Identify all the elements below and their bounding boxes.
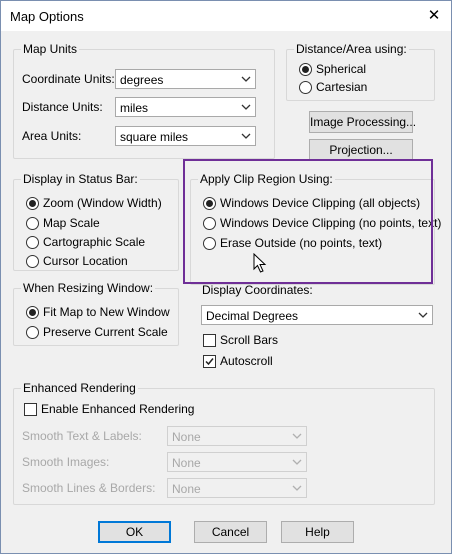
map-options-dialog: Map Options ✕ Map Units Coordinate Units… — [0, 0, 452, 554]
area-units-label: Area Units: — [22, 129, 82, 143]
status-bar-legend: Display in Status Bar: — [21, 172, 140, 186]
smooth-text-select[interactable]: None — [167, 426, 307, 446]
scroll-bars-label: Scroll Bars — [220, 333, 279, 347]
autoscroll-label: Autoscroll — [220, 354, 273, 368]
radio-preserve-scale-label: Preserve Current Scale — [43, 325, 168, 339]
radio-cartesian-label: Cartesian — [316, 80, 368, 94]
radio-indicator — [26, 197, 39, 210]
radio-indicator — [26, 236, 39, 249]
smooth-images-label: Smooth Images: — [22, 455, 110, 469]
chevron-down-icon — [292, 459, 302, 465]
smooth-text-label: Smooth Text & Labels: — [22, 429, 142, 443]
radio-zoom-label: Zoom (Window Width) — [43, 196, 162, 210]
radio-spherical-label: Spherical — [316, 62, 367, 76]
chevron-down-icon — [241, 104, 251, 110]
enable-enhanced-rendering-label: Enable Enhanced Rendering — [41, 402, 195, 416]
smooth-lines-select[interactable]: None — [167, 478, 307, 498]
smooth-lines-label: Smooth Lines & Borders: — [22, 481, 156, 495]
title-bar: Map Options ✕ — [1, 1, 451, 31]
radio-map-scale-label: Map Scale — [43, 216, 100, 230]
radio-indicator — [299, 81, 312, 94]
radio-cartographic-scale-label: Cartographic Scale — [43, 235, 146, 249]
display-coordinates-value: Decimal Degrees — [206, 309, 299, 323]
display-coordinates-label: Display Coordinates: — [202, 283, 313, 297]
resizing-legend: When Resizing Window: — [21, 281, 156, 295]
cancel-button[interactable]: Cancel — [194, 521, 267, 543]
image-processing-button[interactable]: Image Processing... — [309, 111, 416, 133]
coordinate-units-value: degrees — [120, 73, 164, 87]
radio-indicator — [26, 217, 39, 230]
display-coordinates-select[interactable]: Decimal Degrees — [201, 305, 433, 325]
checkbox-box — [24, 403, 37, 416]
radio-cursor-location-label: Cursor Location — [43, 254, 128, 268]
projection-button[interactable]: Projection... — [309, 139, 413, 161]
enhanced-rendering-group: Enhanced Rendering Enable Enhanced Rende… — [13, 381, 435, 505]
resizing-group: When Resizing Window: Fit Map to New Win… — [13, 281, 179, 346]
coordinate-units-select[interactable]: degrees — [115, 69, 256, 89]
smooth-images-select[interactable]: None — [167, 452, 307, 472]
dialog-content: Map Units Coordinate Units: degrees Dist… — [1, 31, 451, 553]
smooth-lines-value: None — [172, 482, 201, 496]
mouse-pointer-icon — [253, 253, 267, 273]
distance-units-select[interactable]: miles — [115, 97, 256, 117]
help-button[interactable]: Help — [281, 521, 354, 543]
checkbox-box — [203, 334, 216, 347]
chevron-down-icon — [241, 76, 251, 82]
checkmark-icon — [205, 336, 214, 345]
enhanced-rendering-legend: Enhanced Rendering — [21, 381, 138, 395]
map-units-group: Map Units Coordinate Units: degrees Dist… — [13, 42, 275, 159]
checkmark-icon — [205, 358, 214, 366]
radio-indicator — [299, 63, 312, 76]
distance-units-label: Distance Units: — [22, 100, 103, 114]
map-units-legend: Map Units — [21, 42, 80, 56]
chevron-down-icon — [292, 433, 302, 439]
chevron-down-icon — [418, 312, 428, 318]
status-bar-group: Display in Status Bar: Zoom (Window Widt… — [13, 172, 179, 271]
smooth-text-value: None — [172, 430, 201, 444]
ok-button[interactable]: OK — [98, 521, 171, 543]
radio-fit-map-label: Fit Map to New Window — [43, 305, 170, 319]
chevron-down-icon — [241, 133, 251, 139]
distance-units-value: miles — [120, 101, 149, 115]
distance-area-legend: Distance/Area using: — [294, 42, 409, 56]
radio-indicator — [26, 306, 39, 319]
close-icon[interactable]: ✕ — [421, 3, 447, 29]
radio-indicator — [26, 255, 39, 268]
radio-indicator — [26, 326, 39, 339]
distance-area-group: Distance/Area using: Spherical Cartesian — [286, 42, 435, 101]
checkbox-box — [203, 355, 216, 368]
area-units-select[interactable]: square miles — [115, 126, 256, 146]
chevron-down-icon — [292, 485, 302, 491]
highlight-frame — [183, 159, 433, 284]
smooth-images-value: None — [172, 456, 201, 470]
area-units-value: square miles — [120, 130, 189, 144]
coordinate-units-label: Coordinate Units: — [22, 72, 115, 86]
window-title: Map Options — [10, 9, 84, 24]
